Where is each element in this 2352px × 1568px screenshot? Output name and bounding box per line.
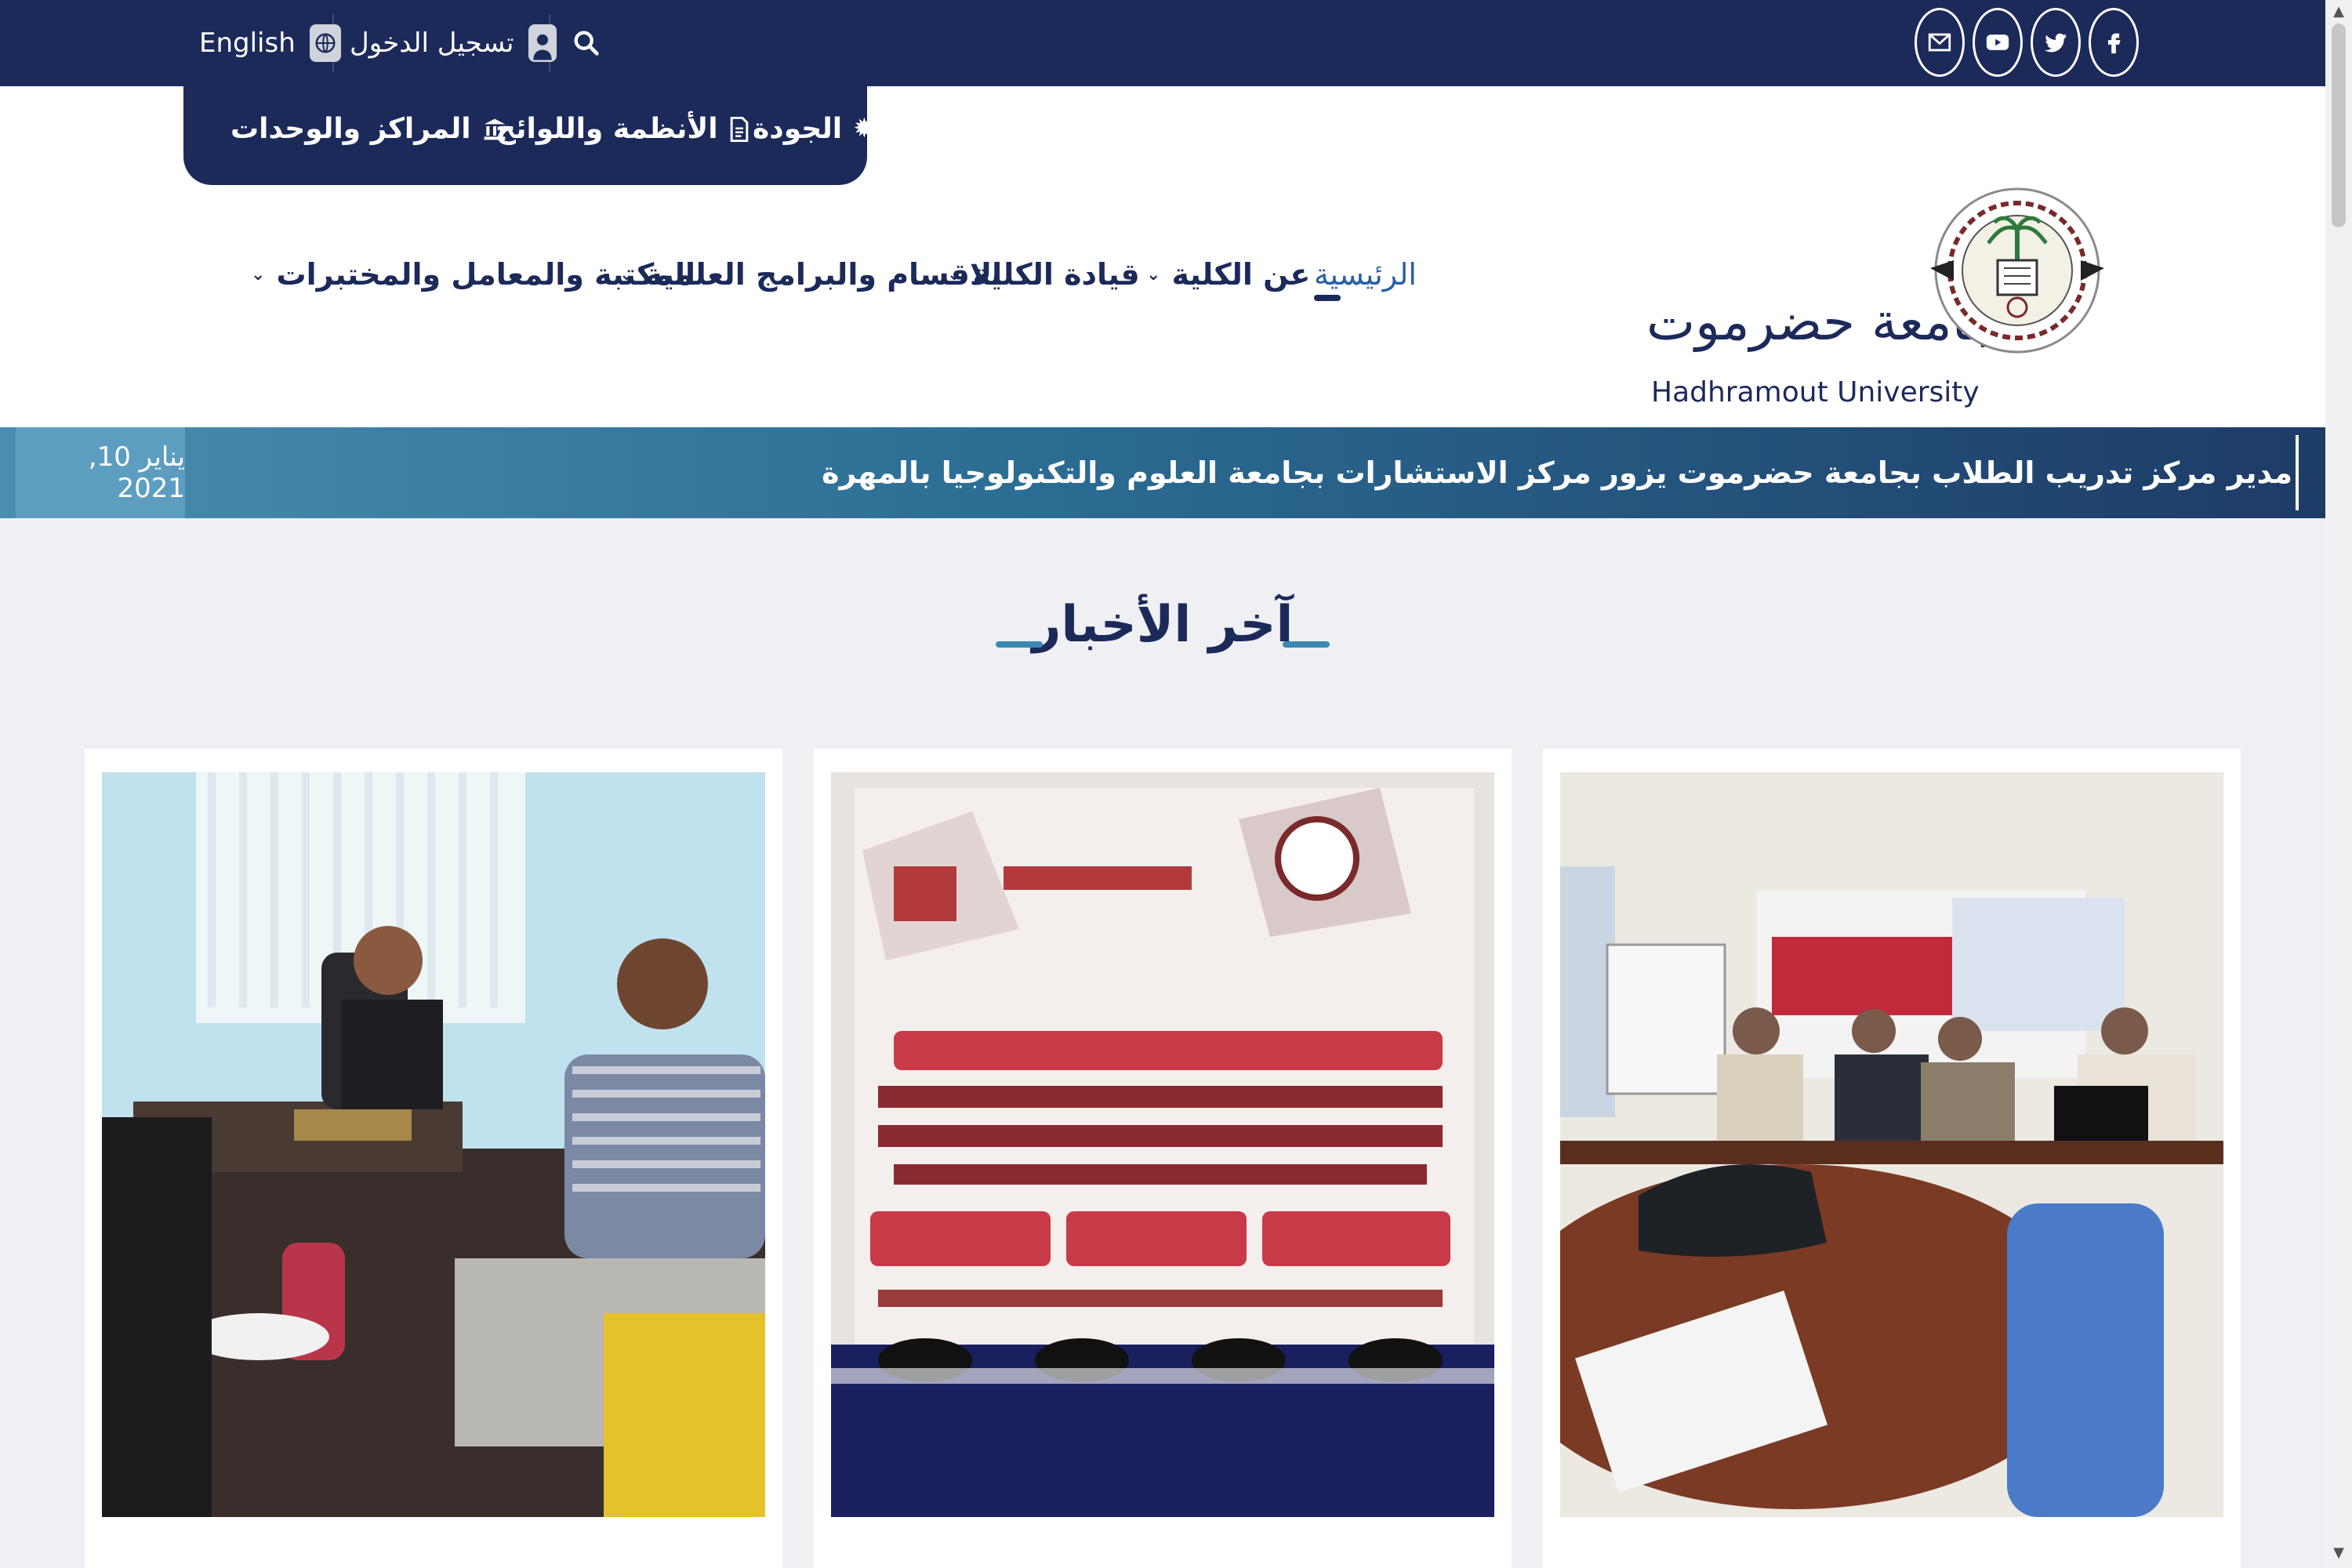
user-icon xyxy=(528,24,557,62)
news-photo[interactable] xyxy=(831,772,1494,1517)
news-photo[interactable] xyxy=(102,772,765,1517)
nav-departments-label: الاقسام والبرامج العلمية xyxy=(644,257,1003,292)
badge-icon: ✹ xyxy=(853,113,876,144)
nav-home[interactable]: الرئيسية xyxy=(1314,227,1417,321)
nav-library-label: المكتبة والمعامل والمختبرات xyxy=(276,257,696,292)
news-ticker[interactable]: يناير 10, 2021 مدير مركز تدريب الطلاب بج… xyxy=(0,427,2325,518)
title-dash xyxy=(1283,641,1330,648)
nav-library[interactable]: ⌄ المكتبة والمعامل والمختبرات xyxy=(251,227,695,321)
tab-quality-label: الجودة xyxy=(753,112,843,145)
ticker-marker xyxy=(2296,435,2299,510)
university-logo[interactable] xyxy=(1930,151,2104,390)
news-card[interactable] xyxy=(85,749,782,1568)
facebook-icon[interactable] xyxy=(2089,8,2139,77)
utility-tabs: الجودة ✹ الأنظمة واللوائح المراكز والوحد… xyxy=(183,86,876,185)
language-switch[interactable]: English xyxy=(199,0,341,86)
site-header: الجودة ✹ الأنظمة واللوائح المراكز والوحد… xyxy=(0,86,2325,427)
ticker-date: يناير 10, 2021 xyxy=(16,427,185,518)
globe-icon xyxy=(309,24,341,62)
tab-centers[interactable]: المراكز والوحدات xyxy=(230,86,506,171)
nav-home-label: الرئيسية xyxy=(1314,257,1417,292)
tab-quality[interactable]: الجودة ✹ xyxy=(753,86,877,171)
chevron-down-icon: ⌄ xyxy=(1146,264,1161,285)
document-icon xyxy=(729,116,753,143)
tab-centers-label: المراكز والوحدات xyxy=(230,112,471,145)
scroll-up-icon[interactable]: ▲ xyxy=(2330,3,2347,20)
youtube-icon[interactable] xyxy=(1973,8,2023,77)
twitter-icon[interactable] xyxy=(2031,8,2081,77)
nav-about[interactable]: ⌄ عن الكلية xyxy=(1146,227,1310,321)
chevron-down-icon: ⌄ xyxy=(251,264,266,285)
tab-regulations-label: الأنظمة واللوائح xyxy=(495,112,718,145)
active-indicator xyxy=(1314,295,1341,301)
news-card[interactable] xyxy=(1543,749,2241,1568)
tab-regulations[interactable]: الأنظمة واللوائح xyxy=(495,86,753,171)
scroll-thumb[interactable] xyxy=(2332,24,2346,227)
top-bar: تسجيل الدخول English xyxy=(0,0,2325,86)
title-dash xyxy=(996,641,1043,648)
ticker-headline[interactable]: مدير مركز تدريب الطلاب بجامعة حضرموت يزو… xyxy=(822,427,2292,518)
search-icon[interactable] xyxy=(571,0,602,86)
news-card[interactable] xyxy=(814,749,1512,1568)
institution-icon xyxy=(482,117,506,140)
page-scrollbar[interactable]: ▲ ▼ xyxy=(2325,0,2352,1568)
language-label: English xyxy=(199,27,296,59)
nav-about-label: عن الكلية xyxy=(1171,257,1311,292)
news-photo[interactable] xyxy=(1560,772,2223,1517)
login-label: تسجيل الدخول xyxy=(350,27,514,59)
login-link[interactable]: تسجيل الدخول xyxy=(350,0,557,86)
mail-icon[interactable] xyxy=(1915,8,1965,77)
scroll-down-icon[interactable]: ▼ xyxy=(2330,1544,2347,1561)
section-title: آخر الأخبار xyxy=(1032,596,1294,654)
